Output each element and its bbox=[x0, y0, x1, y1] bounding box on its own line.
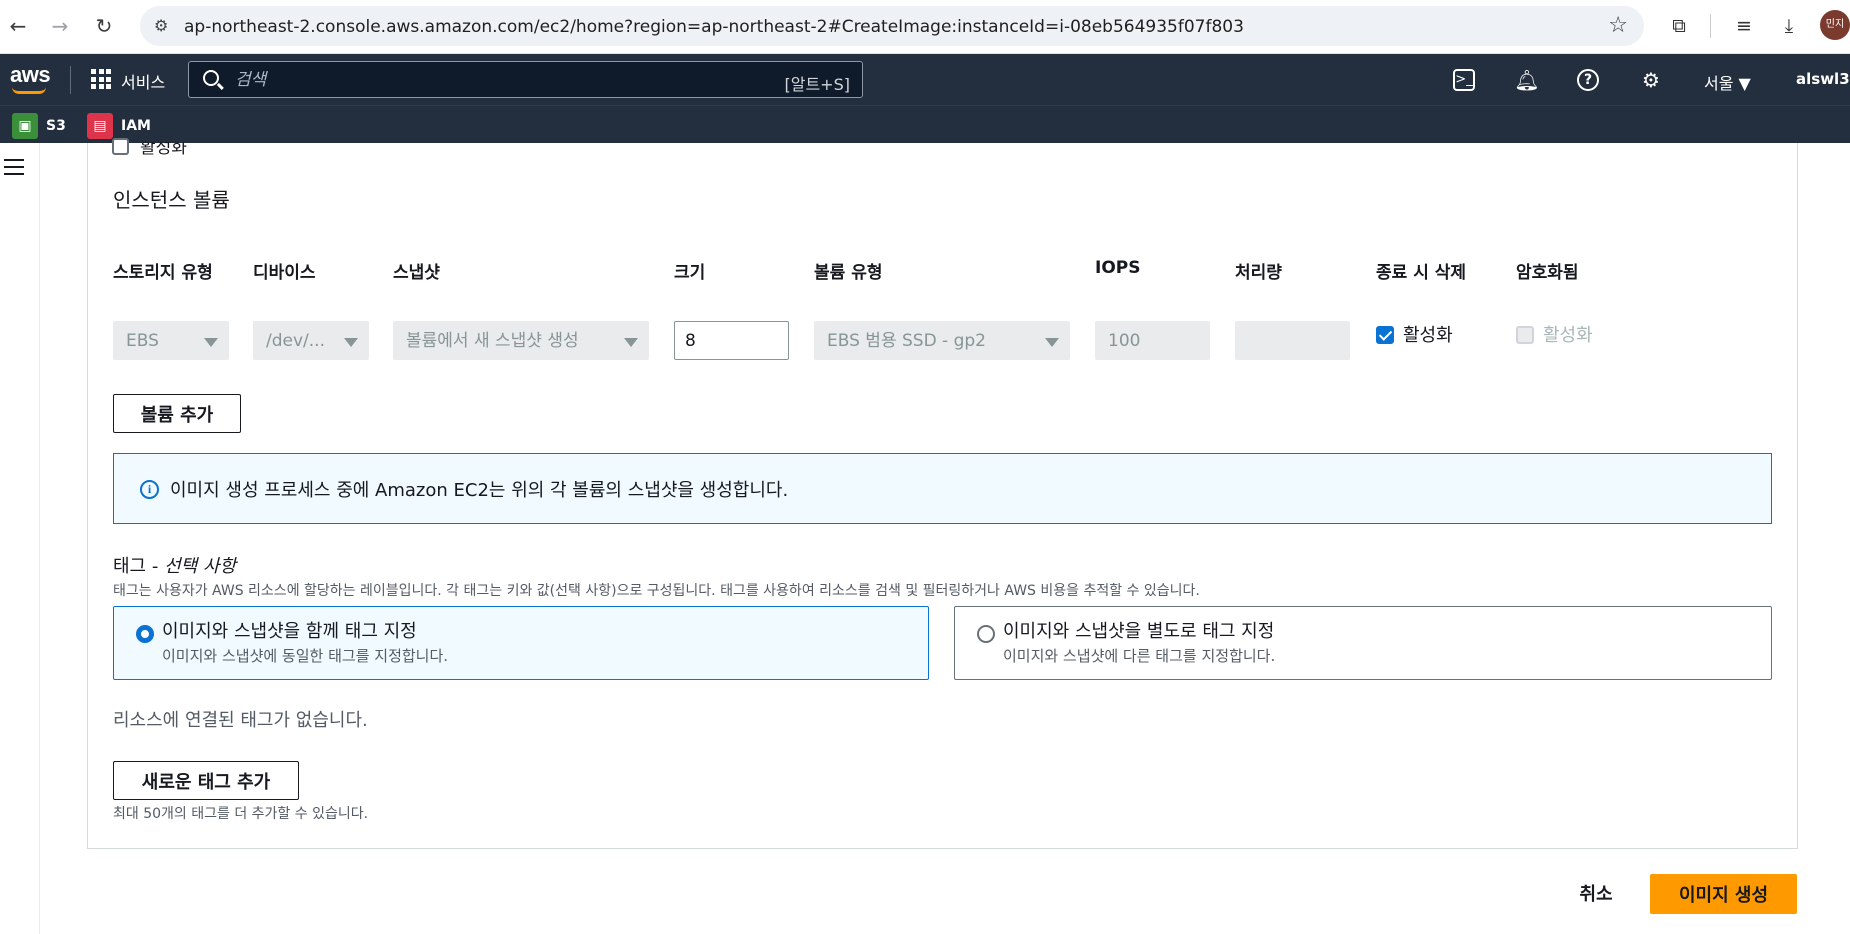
snapshot-value: 볼륨에서 새 스냅샷 생성 bbox=[406, 331, 579, 351]
favorite-label: IAM bbox=[121, 118, 151, 134]
chevron-down-icon bbox=[344, 338, 358, 347]
url-text[interactable]: ap-northeast-2.console.aws.amazon.com/ec… bbox=[184, 17, 1244, 37]
nav-divider bbox=[70, 66, 71, 94]
no-tags-message: 리소스에 연결된 태그가 없습니다. bbox=[113, 710, 368, 731]
volume-size-input[interactable] bbox=[674, 321, 789, 360]
cloudshell-icon[interactable]: >_ bbox=[1453, 69, 1475, 91]
tags-title-prefix: 태그 - bbox=[113, 556, 165, 577]
help-icon[interactable]: ? bbox=[1577, 69, 1599, 91]
search-shortcut: [알트+S] bbox=[784, 75, 851, 94]
aws-logo[interactable]: aws bbox=[10, 62, 51, 88]
chevron-down-icon bbox=[204, 338, 218, 347]
header-volume-type: 볼륨 유형 bbox=[814, 263, 883, 283]
storage-type-select: EBS bbox=[113, 321, 229, 360]
volume-type-select: EBS 범용 SSD - gp2 bbox=[814, 321, 1070, 360]
tag-separately-option[interactable]: 이미지와 스냅샷을 별도로 태그 지정 이미지와 스냅샷에 다른 태그를 지정합… bbox=[954, 606, 1772, 680]
info-text: 이미지 생성 프로세스 중에 Amazon EC2는 위의 각 볼륨의 스냅샷을… bbox=[170, 480, 789, 501]
download-icon[interactable]: ⤓ bbox=[1775, 12, 1803, 40]
chevron-down-icon bbox=[624, 338, 638, 347]
info-icon: i bbox=[140, 480, 159, 499]
notifications-bell-icon[interactable]: 🔔︎ bbox=[1514, 67, 1540, 93]
settings-gear-icon[interactable]: ⚙ bbox=[1638, 67, 1664, 93]
s3-bucket-icon: ▣ bbox=[12, 113, 38, 139]
search-icon bbox=[203, 70, 219, 86]
instance-volumes-title: 인스턴스 볼륨 bbox=[113, 188, 230, 212]
device-select: /dev/... bbox=[253, 321, 369, 360]
bookmark-star-icon[interactable]: ☆ bbox=[1608, 13, 1628, 38]
region-selector[interactable]: 서울 ▼ bbox=[1704, 70, 1751, 94]
side-navigation-rail bbox=[0, 143, 40, 934]
favorite-label: S3 bbox=[46, 118, 66, 134]
header-device: 디바이스 bbox=[253, 263, 316, 283]
iops-input: 100 bbox=[1095, 321, 1210, 360]
iops-value: 100 bbox=[1108, 331, 1141, 351]
iam-id-card-icon: ▤ bbox=[87, 113, 113, 139]
tag-separately-description: 이미지와 스냅샷에 다른 태그를 지정합니다. bbox=[1003, 647, 1276, 665]
tag-limit-hint: 최대 50개의 태그를 더 추가할 수 있습니다. bbox=[113, 806, 369, 822]
favorite-s3[interactable]: ▣ S3 bbox=[12, 113, 66, 139]
delete-on-termination-checkbox[interactable] bbox=[1376, 326, 1394, 344]
services-menu[interactable]: 서비스 bbox=[121, 69, 165, 93]
services-grid-icon[interactable] bbox=[91, 69, 111, 89]
volume-type-value: EBS 범용 SSD - gp2 bbox=[827, 331, 986, 351]
reading-list-icon[interactable]: ≡ bbox=[1730, 12, 1758, 40]
tag-together-option[interactable]: 이미지와 스냅샷을 함께 태그 지정 이미지와 스냅샷에 동일한 태그를 지정합… bbox=[113, 606, 929, 680]
storage-type-value: EBS bbox=[126, 331, 159, 351]
header-throughput: 처리량 bbox=[1235, 263, 1282, 283]
reload-icon[interactable]: ↻ bbox=[90, 12, 118, 40]
header-iops: IOPS bbox=[1095, 258, 1141, 278]
create-image-button[interactable]: 이미지 생성 bbox=[1650, 874, 1797, 914]
chevron-down-icon bbox=[1045, 338, 1059, 347]
aws-logo-smile bbox=[12, 87, 46, 94]
snapshot-select: 볼륨에서 새 스냅샷 생성 bbox=[393, 321, 649, 360]
tag-together-label: 이미지와 스냅샷을 함께 태그 지정 bbox=[162, 621, 417, 642]
tags-description: 태그는 사용자가 AWS 리소스에 할당하는 레이블입니다. 각 태그는 키와 … bbox=[113, 583, 1200, 599]
header-delete-on-termination: 종료 시 삭제 bbox=[1376, 263, 1467, 283]
add-new-tag-button[interactable]: 새로운 태그 추가 bbox=[113, 761, 299, 800]
aws-top-nav: aws 서비스 [알트+S] >_ 🔔︎ ? ⚙ 서울 ▼ alswl33 bbox=[0, 54, 1850, 105]
forward-arrow-icon[interactable]: → bbox=[46, 12, 74, 40]
extensions-icon[interactable]: ⧉ bbox=[1665, 12, 1693, 40]
cancel-button[interactable]: 취소 bbox=[1565, 874, 1627, 912]
tags-title-optional: 선택 사항 bbox=[164, 556, 237, 577]
encrypted-checkbox bbox=[1516, 326, 1534, 344]
header-storage-type: 스토리지 유형 bbox=[113, 263, 213, 283]
address-bar[interactable]: ⚙ ap-northeast-2.console.aws.amazon.com/… bbox=[140, 6, 1644, 46]
back-arrow-icon[interactable]: ← bbox=[4, 12, 32, 40]
device-value: /dev/... bbox=[266, 331, 325, 351]
tag-together-description: 이미지와 스냅샷에 동일한 태그를 지정합니다. bbox=[162, 647, 449, 665]
tags-title: 태그 - 선택 사항 bbox=[113, 552, 236, 578]
favorites-bar: ▣ S3 ▤ IAM bbox=[0, 105, 1850, 143]
radio-button-selected[interactable] bbox=[136, 625, 154, 643]
header-encrypted: 암호화됨 bbox=[1516, 263, 1579, 283]
info-alert: i 이미지 생성 프로세스 중에 Amazon EC2는 위의 각 볼륨의 스냅… bbox=[113, 453, 1772, 524]
encrypted-label: 활성화 bbox=[1543, 325, 1593, 346]
add-volume-button[interactable]: 볼륨 추가 bbox=[113, 394, 241, 433]
search-box[interactable]: [알트+S] bbox=[188, 61, 863, 98]
throughput-input bbox=[1235, 321, 1350, 360]
hamburger-menu-icon[interactable] bbox=[4, 159, 24, 175]
radio-button[interactable] bbox=[977, 625, 995, 643]
search-input[interactable] bbox=[235, 69, 735, 91]
tag-separately-label: 이미지와 스냅샷을 별도로 태그 지정 bbox=[1003, 621, 1275, 642]
favorite-iam[interactable]: ▤ IAM bbox=[87, 113, 151, 139]
browser-toolbar: ← → ↻ ⚙ ap-northeast-2.console.aws.amazo… bbox=[0, 0, 1850, 54]
delete-on-termination-label: 활성화 bbox=[1403, 325, 1453, 346]
partial-checkbox[interactable] bbox=[112, 138, 129, 155]
header-snapshot: 스냅샷 bbox=[393, 263, 440, 283]
profile-avatar[interactable]: 민지 bbox=[1820, 10, 1850, 40]
toolbar-separator bbox=[1710, 14, 1711, 38]
site-settings-icon[interactable]: ⚙ bbox=[154, 16, 168, 35]
header-size: 크기 bbox=[674, 263, 706, 283]
account-menu[interactable]: alswl33 bbox=[1796, 70, 1850, 88]
